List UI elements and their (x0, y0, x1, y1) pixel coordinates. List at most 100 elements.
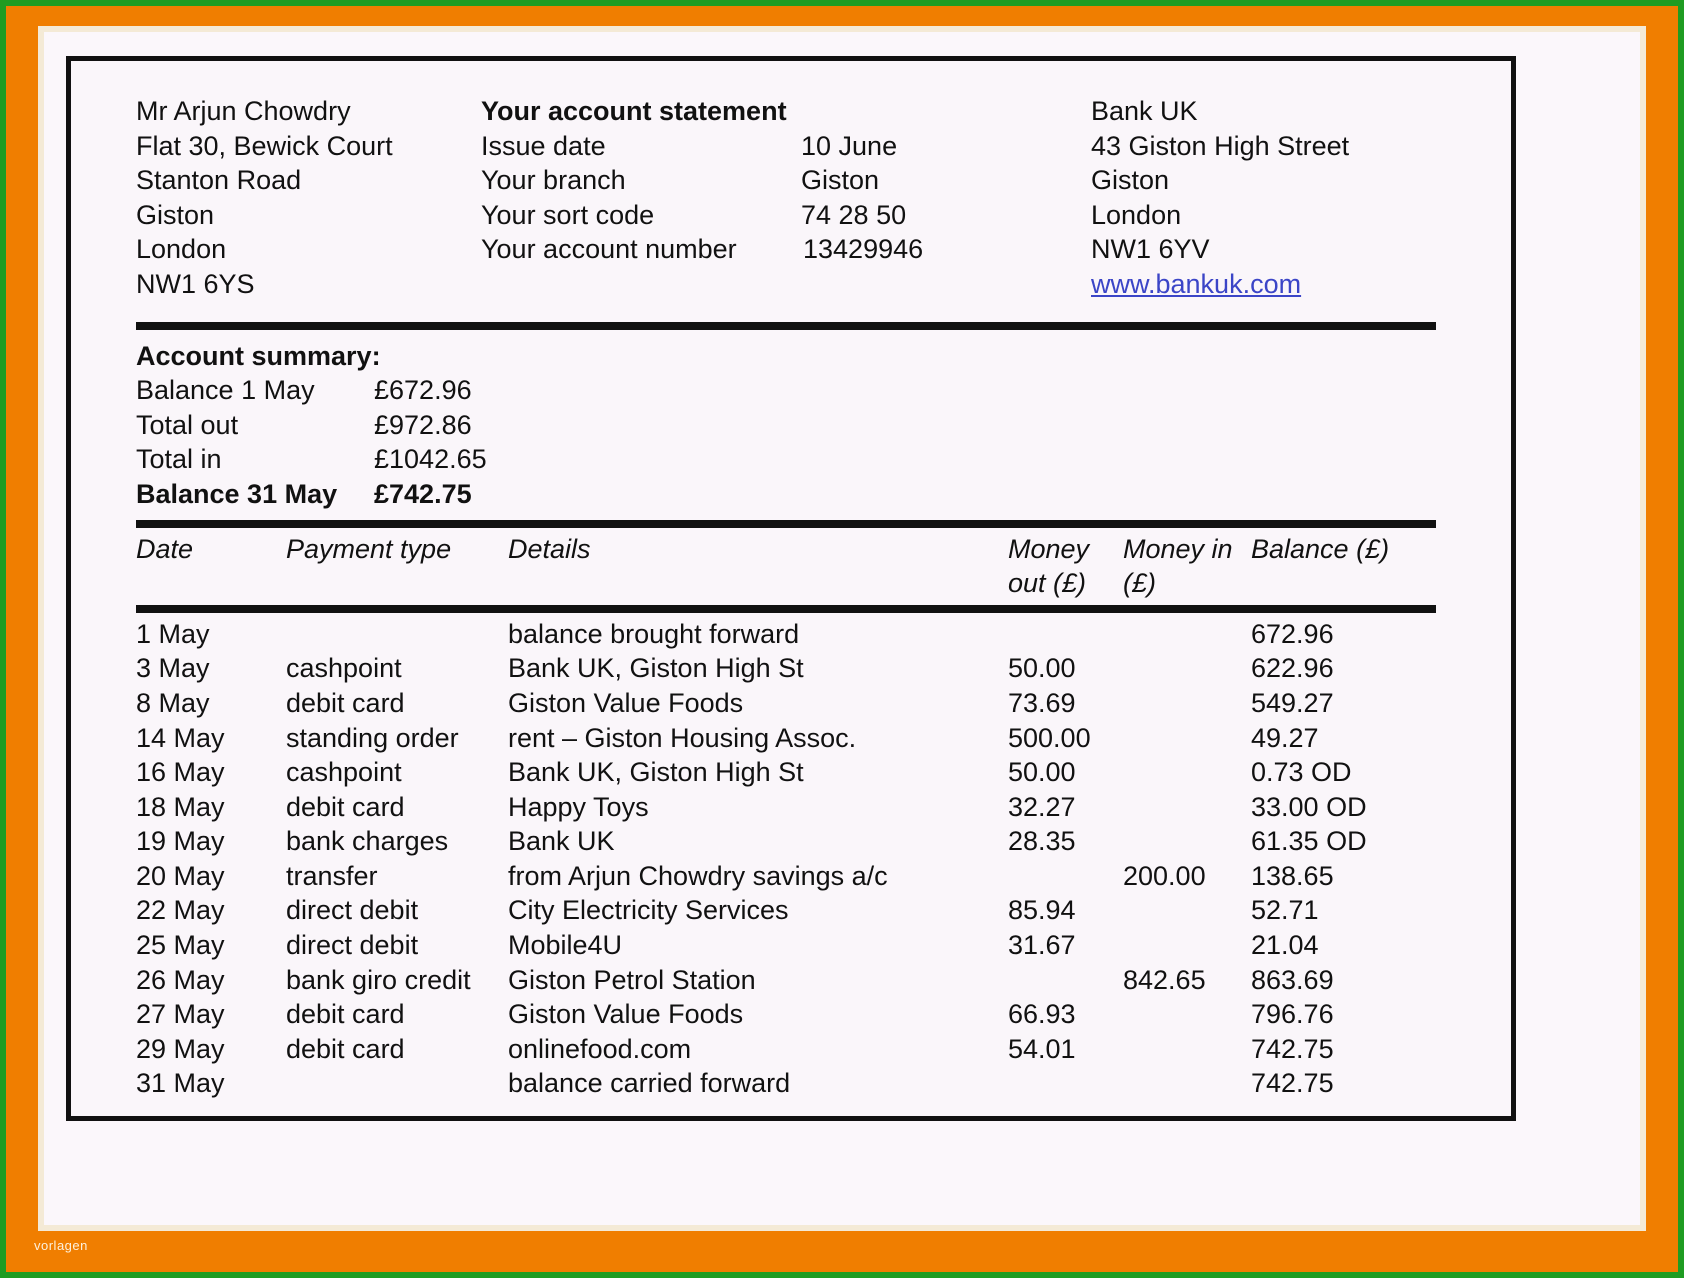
cell-date: 14 May (136, 722, 225, 753)
cell-balance: 672.96 (1251, 618, 1334, 649)
column-header-money-in-line1: Money in (1123, 533, 1233, 564)
summary-value: £742.75 (374, 478, 472, 509)
field-value: 10 June (801, 130, 898, 161)
cell-date: 18 May (136, 791, 225, 822)
cell-money-out: 31.67 (1008, 930, 1076, 961)
field-account-number: Your account number 13429946 (481, 232, 1091, 267)
cell-money-out: 85.94 (1008, 895, 1076, 926)
cell-details: from Arjun Chowdry savings a/c (508, 860, 888, 891)
bank-name: Bank UK (1091, 96, 1198, 126)
cell-balance: 742.75 (1251, 1033, 1334, 1064)
cell-money-out (1008, 963, 1123, 998)
bank-website-url[interactable]: www.bankuk.com (1091, 269, 1301, 299)
cell-details: Bank UK, Giston High St (508, 653, 804, 684)
cell-money-in (1123, 686, 1251, 721)
table-header-rule (136, 604, 1436, 613)
cell-payment-type: direct debit (286, 895, 419, 926)
cell-date: 25 May (136, 930, 225, 961)
cell-money-in (1123, 755, 1251, 790)
cell-details: City Electricity Services (508, 895, 789, 926)
summary-value: £972.86 (374, 409, 472, 440)
cell-balance: 33.00 OD (1251, 791, 1367, 822)
cell-date: 29 May (136, 1033, 225, 1064)
field-sort-code: Your sort code 74 28 50 (481, 198, 1091, 233)
table-row: 27 May debit card Giston Value Foods 66.93 7… (136, 997, 1436, 1032)
cell-money-in (1123, 721, 1251, 756)
statement-header: Mr Arjun Chowdry Flat 30, Bewick Court S… (136, 94, 1436, 302)
cell-balance: 49.27 (1251, 722, 1319, 753)
cell-money-in (1123, 893, 1251, 928)
cell-date: 19 May (136, 826, 225, 857)
table-top-rule (136, 519, 1436, 528)
cell-details: Happy Toys (508, 791, 649, 822)
cell-balance: 52.71 (1251, 895, 1319, 926)
cell-money-out (1008, 617, 1123, 652)
cell-date: 20 May (136, 860, 225, 891)
statement-details-block: Your account statement Issue date 10 Jun… (481, 94, 1091, 302)
cell-money-in (1123, 1066, 1251, 1101)
table-row: 3 May cashpoint Bank UK, Giston High St 50.… (136, 651, 1436, 686)
transactions-table-body: 1 May balance brought forward 672.96 3 May c… (136, 617, 1436, 1101)
cell-money-in (1123, 997, 1251, 1032)
table-row: 20 May transfer from Arjun Chowdry savings… (136, 859, 1436, 894)
table-row: 25 May direct debit Mobile4U 31.67 21.04 (136, 928, 1436, 963)
cell-money-out: 66.93 (1008, 999, 1076, 1030)
transactions-table-head: Date Payment type Details Money out (£) … (136, 532, 1436, 603)
summary-label: Balance 1 May (136, 375, 315, 406)
cell-balance: 742.75 (1251, 1068, 1334, 1099)
customer-name: Mr Arjun Chowdry (136, 96, 351, 126)
table-row: 19 May bank charges Bank UK 28.35 61.35 OD (136, 824, 1436, 859)
cell-details: Giston Value Foods (508, 999, 744, 1030)
cell-date: 16 May (136, 757, 225, 788)
summary-value: £672.96 (374, 375, 472, 406)
summary-value: £1042.65 (374, 444, 487, 475)
column-header-balance: Balance (£) (1251, 533, 1390, 564)
cell-balance: 138.65 (1251, 860, 1334, 891)
table-row: 14 May standing order rent – Giston Housin… (136, 721, 1436, 756)
bank-address-line: Giston (1091, 165, 1170, 196)
table-row: 31 May balance carried forward 742.75 (136, 1066, 1436, 1101)
cell-money-out: 73.69 (1008, 687, 1076, 718)
field-label: Your branch (481, 165, 626, 196)
watermark-label: vorlagen (34, 1238, 88, 1253)
field-label: Your sort code (481, 199, 655, 230)
statement-title: Your account statement (481, 96, 787, 126)
cell-payment-type: debit card (286, 791, 405, 822)
cell-payment-type: bank charges (286, 826, 449, 857)
transactions-table-body-wrapper: 1 May balance brought forward 672.96 3 May c… (136, 617, 1436, 1101)
cell-money-in (1123, 824, 1251, 859)
summary-label: Total out (136, 409, 239, 440)
summary-row-closing-balance: Balance 31 May £742.75 (136, 477, 1436, 512)
bank-website-link[interactable]: www.bankuk.com (1091, 267, 1436, 302)
field-branch: Your branch Giston (481, 163, 1091, 198)
bank-statement-document: Mr Arjun Chowdry Flat 30, Bewick Court S… (66, 56, 1516, 1121)
cell-money-in (1123, 1032, 1251, 1067)
field-value: Giston (801, 165, 880, 196)
cell-details: Giston Petrol Station (508, 964, 756, 995)
cell-date: 8 May (136, 687, 210, 718)
cell-details: onlinefood.com (508, 1033, 692, 1064)
column-header-details: Details (508, 533, 591, 564)
column-header-money-out-line1: Money (1008, 533, 1090, 564)
cell-balance: 21.04 (1251, 930, 1319, 961)
cell-details: Mobile4U (508, 930, 623, 961)
cell-payment-type (286, 1066, 508, 1101)
cell-money-in (1123, 617, 1251, 652)
table-row: 29 May debit card onlinefood.com 54.01 742.7… (136, 1032, 1436, 1067)
field-label: Your account number (481, 234, 737, 265)
field-issue-date: Issue date 10 June (481, 129, 1091, 164)
cell-payment-type: debit card (286, 999, 405, 1030)
cell-date: 22 May (136, 895, 225, 926)
cell-money-out: 32.27 (1008, 791, 1076, 822)
field-label: Issue date (481, 130, 606, 161)
column-header-money-in: Money in (£) (1123, 532, 1251, 603)
cell-details: rent – Giston Housing Assoc. (508, 722, 857, 753)
column-header-money-out-line2: out (£) (1008, 568, 1087, 599)
cell-money-out (1008, 1066, 1123, 1101)
cell-date: 27 May (136, 999, 225, 1030)
cell-payment-type: bank giro credit (286, 964, 471, 995)
customer-address-line: London (136, 234, 227, 265)
cell-money-out: 28.35 (1008, 826, 1076, 857)
cell-date: 31 May (136, 1068, 225, 1099)
cell-details: Bank UK, Giston High St (508, 757, 804, 788)
